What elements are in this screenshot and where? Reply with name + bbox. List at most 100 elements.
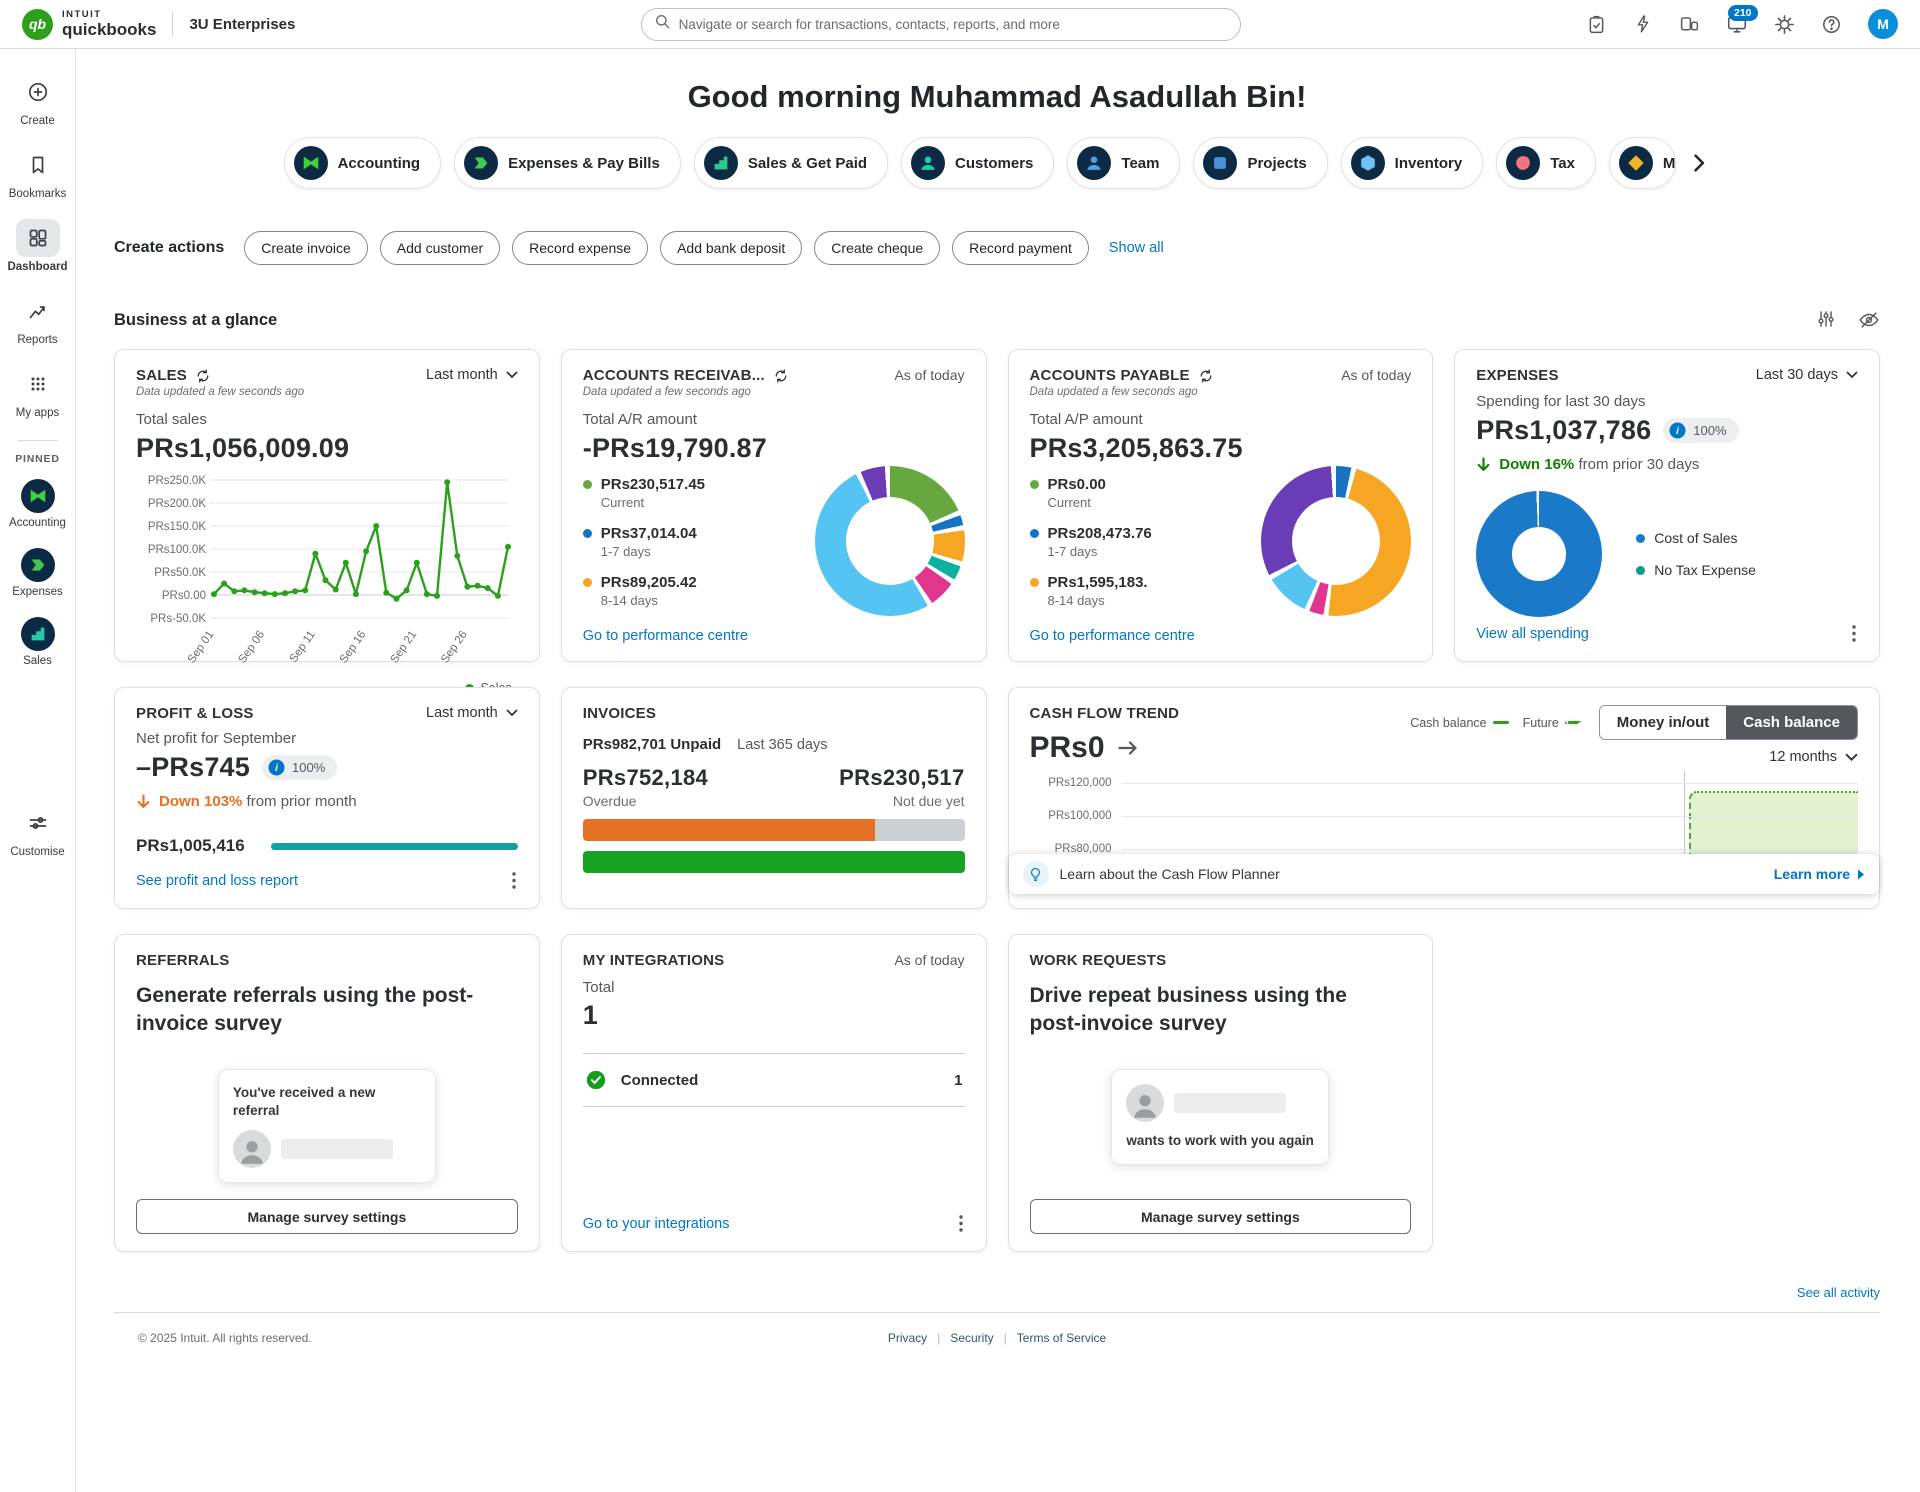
connected-check-icon [585, 1069, 607, 1091]
global-search[interactable] [641, 8, 1241, 41]
help-icon[interactable] [1821, 14, 1842, 35]
svg-text:Sep 26: Sep 26 [439, 629, 470, 666]
sidebar-item-label: Dashboard [7, 261, 67, 273]
cashflow-period-dropdown[interactable]: 12 months [1769, 749, 1858, 765]
expenses-subtitle: Spending for last 30 days [1476, 393, 1858, 410]
ar-performance-link[interactable]: Go to performance centre [583, 628, 965, 644]
sidebar-item-my-apps[interactable]: My apps [2, 357, 74, 428]
user-avatar[interactable]: M [1868, 9, 1898, 39]
shortcut-team[interactable]: Team [1067, 137, 1180, 189]
footer-link-privacy[interactable]: Privacy [888, 1331, 927, 1345]
shortcut-accounting[interactable]: Accounting [284, 137, 442, 189]
svg-text:PRs250.0K: PRs250.0K [148, 475, 207, 487]
action-add-bank-deposit-button[interactable]: Add bank deposit [660, 231, 802, 265]
pl-income-bar [271, 843, 518, 850]
shortcuts-next-button[interactable] [1689, 150, 1710, 176]
hide-widgets-eye-icon[interactable] [1858, 309, 1880, 331]
expenses-card-title: EXPENSES [1476, 367, 1558, 384]
chevron-down-icon [1845, 753, 1858, 762]
create-actions-label: Create actions [114, 239, 224, 257]
action-create-invoice-button[interactable]: Create invoice [244, 231, 368, 265]
sales-period-dropdown[interactable]: Last month [426, 367, 518, 383]
shortcut-tax[interactable]: Tax [1496, 137, 1596, 189]
sidebar-item-bookmarks[interactable]: Bookmarks [2, 138, 74, 209]
ap-asof: As of today [1341, 367, 1411, 383]
shortcut-label: Sales & Get Paid [748, 155, 867, 172]
manage-survey-settings-button[interactable]: Manage survey settings [1030, 1199, 1412, 1234]
legend-value: PRs37,014.04 [601, 525, 697, 542]
toggle-money-in-out[interactable]: Money in/out [1600, 706, 1727, 739]
settings-gear-icon[interactable] [1774, 14, 1795, 35]
main-content: Good morning Muhammad Asadullah Bin! Acc… [76, 49, 1920, 1492]
work-request-avatar [1126, 1084, 1164, 1122]
pl-report-link[interactable]: See profit and loss report [136, 873, 298, 889]
see-all-activity-link[interactable]: See all activity [1797, 1285, 1880, 1300]
refresh-icon[interactable] [1198, 368, 1214, 384]
ar-card-title: ACCOUNTS RECEIVAB... [583, 367, 765, 384]
pl-period-dropdown[interactable]: Last month [426, 705, 518, 721]
show-all-link[interactable]: Show all [1109, 240, 1164, 256]
shortcut-sales-get-paid[interactable]: Sales & Get Paid [694, 137, 888, 189]
action-record-expense-button[interactable]: Record expense [512, 231, 648, 265]
pinned-item-label: Accounting [9, 517, 66, 529]
chart-icon [27, 300, 49, 322]
tasks-icon[interactable] [1586, 14, 1607, 35]
toggle-cash-balance[interactable]: Cash balance [1726, 706, 1857, 739]
manage-survey-settings-button[interactable]: Manage survey settings [136, 1199, 518, 1234]
connected-row[interactable]: Connected 1 [583, 1053, 965, 1107]
kebab-menu-icon[interactable] [510, 870, 518, 891]
action-create-cheque-button[interactable]: Create cheque [814, 231, 940, 265]
customize-widgets-icon[interactable] [1816, 309, 1836, 331]
apps-devices-icon[interactable] [1679, 14, 1700, 35]
ap-donut-chart [1261, 466, 1411, 616]
kebab-menu-icon[interactable] [957, 1213, 965, 1234]
quickbooks-logo[interactable]: qb INTUIT quickbooks [22, 9, 156, 40]
pinned-item-expenses[interactable]: Expenses [2, 540, 74, 607]
cashflow-y-tick: PRs100,000 [1030, 810, 1112, 822]
shortcut-inventory[interactable]: Inventory [1341, 137, 1484, 189]
pinned-item-label: Sales [23, 655, 52, 667]
pl-trend: Down 103% from prior month [136, 793, 518, 810]
sidebar-item-dashboard[interactable]: Dashboard [2, 211, 74, 282]
footer-link-security[interactable]: Security [950, 1331, 993, 1345]
expenses-card: EXPENSES Last 30 days Spending for last … [1454, 349, 1880, 662]
pl-value: –PRs745 [136, 752, 250, 783]
pl-info-pill[interactable]: i 100% [262, 755, 337, 780]
kebab-menu-icon[interactable] [1850, 623, 1858, 644]
shortcut-m[interactable]: M [1609, 137, 1677, 189]
refresh-icon[interactable] [195, 368, 211, 384]
view-all-spending-link[interactable]: View all spending [1476, 626, 1589, 642]
refresh-icon[interactable] [773, 368, 789, 384]
ap-performance-link[interactable]: Go to performance centre [1030, 628, 1412, 644]
svg-text:Sep 21: Sep 21 [388, 629, 419, 666]
shortcut-projects[interactable]: Projects [1193, 137, 1327, 189]
cashflow-y-tick: PRs120,000 [1030, 777, 1112, 789]
expenses-period-dropdown[interactable]: Last 30 days [1756, 367, 1858, 383]
overdue-bar[interactable] [583, 819, 965, 841]
pinned-item-sales[interactable]: Sales [2, 609, 74, 676]
sidebar-item-customise[interactable]: Customise [2, 796, 74, 867]
sidebar-item-create[interactable]: Create [2, 65, 74, 136]
sidebar-item-reports[interactable]: Reports [2, 284, 74, 355]
search-input[interactable] [679, 17, 1228, 32]
quick-actions-icon[interactable] [1633, 14, 1653, 34]
footer-link-terms-of-service[interactable]: Terms of Service [1017, 1331, 1106, 1345]
legend-item: PRs1,595,183. 8-14 days [1030, 574, 1198, 608]
plus-circle-icon [27, 81, 49, 103]
bookmark-icon [27, 154, 49, 176]
person-glyph-icon [918, 153, 938, 173]
cash-flow-card: CASH FLOW TREND PRs0 Cash balance Future [1008, 687, 1881, 909]
action-add-customer-button[interactable]: Add customer [380, 231, 500, 265]
notifications-icon[interactable]: 210 [1726, 13, 1748, 35]
go-to-integrations-link[interactable]: Go to your integrations [583, 1216, 730, 1232]
action-record-payment-button[interactable]: Record payment [952, 231, 1089, 265]
cashflow-toggle: Money in/out Cash balance [1599, 705, 1858, 740]
expenses-info-pill[interactable]: i 100% [1663, 418, 1738, 443]
shortcut-customers[interactable]: Customers [901, 137, 1054, 189]
learn-more-link[interactable]: Learn more [1774, 866, 1865, 882]
pinned-item-accounting[interactable]: Accounting [2, 471, 74, 538]
shortcut-expenses-pay-bills[interactable]: Expenses & Pay Bills [454, 137, 681, 189]
solid-line-swatch [1493, 721, 1509, 724]
person-glyph-icon [1084, 153, 1104, 173]
paid-bar[interactable] [583, 851, 965, 873]
